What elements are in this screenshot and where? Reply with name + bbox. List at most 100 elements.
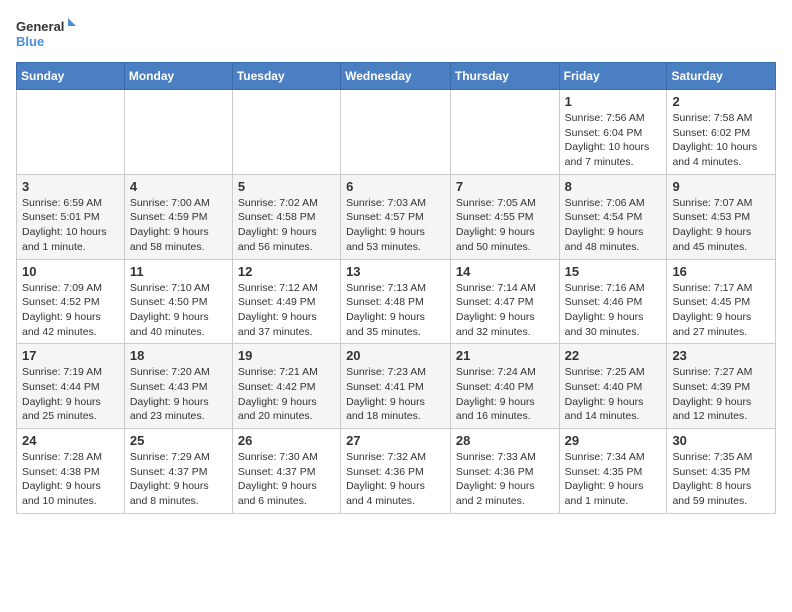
day-info: Sunrise: 7:35 AM Sunset: 4:35 PM Dayligh… (672, 450, 770, 509)
week-row-1: 1 Sunrise: 7:56 AM Sunset: 6:04 PM Daylig… (17, 90, 776, 175)
day-info: Sunrise: 7:02 AM Sunset: 4:58 PM Dayligh… (238, 196, 335, 255)
day-info: Sunrise: 7:10 AM Sunset: 4:50 PM Dayligh… (130, 281, 227, 340)
day-info: Sunrise: 7:28 AM Sunset: 4:38 PM Dayligh… (22, 450, 119, 509)
day-header-saturday: Saturday (667, 63, 776, 90)
calendar-cell: 12 Sunrise: 7:12 AM Sunset: 4:49 PM Dayli… (232, 259, 340, 344)
calendar-cell (450, 90, 559, 175)
calendar-cell: 1 Sunrise: 7:56 AM Sunset: 6:04 PM Daylig… (559, 90, 667, 175)
day-number: 12 (238, 264, 335, 279)
calendar-cell: 26Sunrise: 7:30 AM Sunset: 4:37 PM Dayli… (232, 429, 340, 514)
day-info: Sunrise: 7:06 AM Sunset: 4:54 PM Dayligh… (565, 196, 662, 255)
day-number: 8 (565, 179, 662, 194)
calendar-cell: 22 Sunrise: 7:25 AM Sunset: 4:40 PM Dayli… (559, 344, 667, 429)
day-info: Sunrise: 7:14 AM Sunset: 4:47 PM Dayligh… (456, 281, 554, 340)
calendar-cell (124, 90, 232, 175)
day-info: Sunrise: 7:07 AM Sunset: 4:53 PM Dayligh… (672, 196, 770, 255)
day-number: 3 (22, 179, 119, 194)
svg-text:General: General (16, 19, 64, 34)
calendar-cell: 14 Sunrise: 7:14 AM Sunset: 4:47 PM Dayli… (450, 259, 559, 344)
day-info: Sunrise: 7:05 AM Sunset: 4:55 PM Dayligh… (456, 196, 554, 255)
day-number: 17 (22, 348, 119, 363)
day-number: 13 (346, 264, 445, 279)
calendar-cell: 6 Sunrise: 7:03 AM Sunset: 4:57 PM Daylig… (341, 174, 451, 259)
logo-svg: GeneralBlue (16, 16, 76, 52)
day-number: 26 (238, 433, 335, 448)
day-number: 21 (456, 348, 554, 363)
calendar-cell: 30Sunrise: 7:35 AM Sunset: 4:35 PM Dayli… (667, 429, 776, 514)
calendar-cell: 28Sunrise: 7:33 AM Sunset: 4:36 PM Dayli… (450, 429, 559, 514)
calendar-header: SundayMondayTuesdayWednesdayThursdayFrid… (17, 63, 776, 90)
day-header-thursday: Thursday (450, 63, 559, 90)
calendar-cell: 18 Sunrise: 7:20 AM Sunset: 4:43 PM Dayli… (124, 344, 232, 429)
calendar-cell: 21 Sunrise: 7:24 AM Sunset: 4:40 PM Dayli… (450, 344, 559, 429)
day-info: Sunrise: 7:19 AM Sunset: 4:44 PM Dayligh… (22, 365, 119, 424)
day-info: Sunrise: 7:34 AM Sunset: 4:35 PM Dayligh… (565, 450, 662, 509)
calendar-cell: 27 Sunrise: 7:32 AM Sunset: 4:36 PM Dayli… (341, 429, 451, 514)
calendar-cell: 10Sunrise: 7:09 AM Sunset: 4:52 PM Dayli… (17, 259, 125, 344)
calendar-cell: 29Sunrise: 7:34 AM Sunset: 4:35 PM Dayli… (559, 429, 667, 514)
day-number: 15 (565, 264, 662, 279)
calendar-cell: 9Sunrise: 7:07 AM Sunset: 4:53 PM Daylig… (667, 174, 776, 259)
day-info: Sunrise: 7:09 AM Sunset: 4:52 PM Dayligh… (22, 281, 119, 340)
calendar-cell (341, 90, 451, 175)
calendar-cell: 13Sunrise: 7:13 AM Sunset: 4:48 PM Dayli… (341, 259, 451, 344)
calendar-cell: 2Sunrise: 7:58 AM Sunset: 6:02 PM Daylig… (667, 90, 776, 175)
week-row-5: 24 Sunrise: 7:28 AM Sunset: 4:38 PM Dayli… (17, 429, 776, 514)
day-info: Sunrise: 7:56 AM Sunset: 6:04 PM Dayligh… (565, 111, 662, 170)
day-number: 19 (238, 348, 335, 363)
calendar-cell: 23 Sunrise: 7:27 AM Sunset: 4:39 PM Dayli… (667, 344, 776, 429)
calendar-cell: 24 Sunrise: 7:28 AM Sunset: 4:38 PM Dayli… (17, 429, 125, 514)
day-number: 22 (565, 348, 662, 363)
day-number: 23 (672, 348, 770, 363)
day-header-monday: Monday (124, 63, 232, 90)
week-row-4: 17 Sunrise: 7:19 AM Sunset: 4:44 PM Dayli… (17, 344, 776, 429)
calendar-table: SundayMondayTuesdayWednesdayThursdayFrid… (16, 62, 776, 514)
calendar-cell: 5 Sunrise: 7:02 AM Sunset: 4:58 PM Daylig… (232, 174, 340, 259)
day-info: Sunrise: 7:03 AM Sunset: 4:57 PM Dayligh… (346, 196, 445, 255)
day-info: Sunrise: 7:12 AM Sunset: 4:49 PM Dayligh… (238, 281, 335, 340)
day-number: 1 (565, 94, 662, 109)
calendar-cell: 15 Sunrise: 7:16 AM Sunset: 4:46 PM Dayli… (559, 259, 667, 344)
day-number: 6 (346, 179, 445, 194)
day-info: Sunrise: 7:58 AM Sunset: 6:02 PM Dayligh… (672, 111, 770, 170)
day-number: 20 (346, 348, 445, 363)
calendar-cell: 19 Sunrise: 7:21 AM Sunset: 4:42 PM Dayli… (232, 344, 340, 429)
week-row-2: 3 Sunrise: 6:59 AM Sunset: 5:01 PM Daylig… (17, 174, 776, 259)
day-info: Sunrise: 7:24 AM Sunset: 4:40 PM Dayligh… (456, 365, 554, 424)
day-info: Sunrise: 6:59 AM Sunset: 5:01 PM Dayligh… (22, 196, 119, 255)
day-info: Sunrise: 7:29 AM Sunset: 4:37 PM Dayligh… (130, 450, 227, 509)
calendar-cell: 3 Sunrise: 6:59 AM Sunset: 5:01 PM Daylig… (17, 174, 125, 259)
day-number: 5 (238, 179, 335, 194)
day-number: 14 (456, 264, 554, 279)
calendar-cell: 7Sunrise: 7:05 AM Sunset: 4:55 PM Daylig… (450, 174, 559, 259)
calendar-body: 1 Sunrise: 7:56 AM Sunset: 6:04 PM Daylig… (17, 90, 776, 514)
day-number: 24 (22, 433, 119, 448)
calendar-cell: 16Sunrise: 7:17 AM Sunset: 4:45 PM Dayli… (667, 259, 776, 344)
day-info: Sunrise: 7:00 AM Sunset: 4:59 PM Dayligh… (130, 196, 227, 255)
day-info: Sunrise: 7:27 AM Sunset: 4:39 PM Dayligh… (672, 365, 770, 424)
logo: GeneralBlue (16, 16, 76, 52)
calendar-cell (232, 90, 340, 175)
day-info: Sunrise: 7:25 AM Sunset: 4:40 PM Dayligh… (565, 365, 662, 424)
calendar-cell: 17 Sunrise: 7:19 AM Sunset: 4:44 PM Dayli… (17, 344, 125, 429)
day-number: 27 (346, 433, 445, 448)
page-header: GeneralBlue (16, 16, 776, 52)
week-row-3: 10Sunrise: 7:09 AM Sunset: 4:52 PM Dayli… (17, 259, 776, 344)
day-header-sunday: Sunday (17, 63, 125, 90)
day-header-friday: Friday (559, 63, 667, 90)
day-info: Sunrise: 7:16 AM Sunset: 4:46 PM Dayligh… (565, 281, 662, 340)
day-number: 18 (130, 348, 227, 363)
calendar-cell (17, 90, 125, 175)
day-number: 16 (672, 264, 770, 279)
day-info: Sunrise: 7:21 AM Sunset: 4:42 PM Dayligh… (238, 365, 335, 424)
day-info: Sunrise: 7:32 AM Sunset: 4:36 PM Dayligh… (346, 450, 445, 509)
calendar-cell: 11Sunrise: 7:10 AM Sunset: 4:50 PM Dayli… (124, 259, 232, 344)
calendar-cell: 8 Sunrise: 7:06 AM Sunset: 4:54 PM Daylig… (559, 174, 667, 259)
day-info: Sunrise: 7:33 AM Sunset: 4:36 PM Dayligh… (456, 450, 554, 509)
calendar-cell: 4 Sunrise: 7:00 AM Sunset: 4:59 PM Daylig… (124, 174, 232, 259)
day-info: Sunrise: 7:20 AM Sunset: 4:43 PM Dayligh… (130, 365, 227, 424)
calendar-cell: 25 Sunrise: 7:29 AM Sunset: 4:37 PM Dayli… (124, 429, 232, 514)
header-row: SundayMondayTuesdayWednesdayThursdayFrid… (17, 63, 776, 90)
day-number: 4 (130, 179, 227, 194)
day-number: 25 (130, 433, 227, 448)
